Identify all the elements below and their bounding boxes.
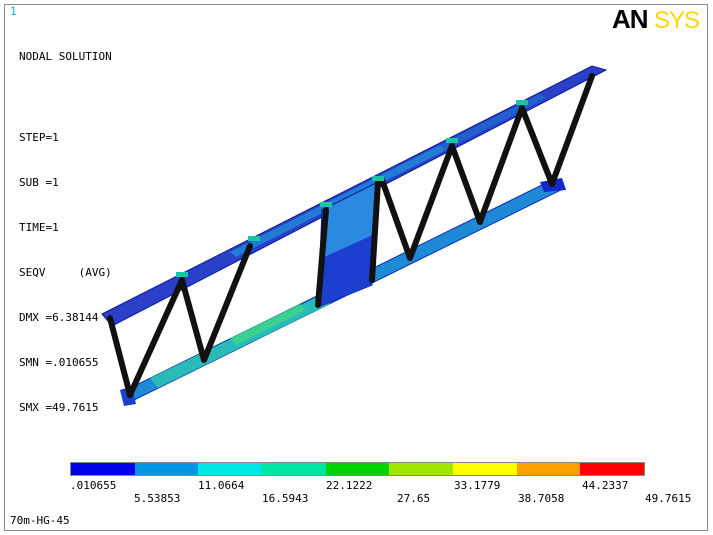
legend-swatch-2 bbox=[134, 463, 199, 475]
legend-swatch-1 bbox=[71, 463, 135, 475]
legend-swatch-3 bbox=[198, 463, 263, 475]
legend-swatch-9 bbox=[580, 463, 645, 475]
legend-label: 38.7058 bbox=[518, 492, 565, 505]
legend-swatch-8 bbox=[516, 463, 581, 475]
bottom-chord-hotspot bbox=[230, 304, 306, 345]
legend-label: 11.0664 bbox=[198, 479, 245, 492]
legend-label: 22.1222 bbox=[326, 479, 373, 492]
legend-label: .010655 bbox=[70, 479, 117, 492]
legend-swatch-5 bbox=[325, 463, 390, 475]
legend-label: 27.65 bbox=[397, 492, 431, 505]
ansys-graphics-window[interactable]: 1 NODAL SOLUTION STEP=1 SUB =1 TIME=1 SE… bbox=[0, 0, 713, 535]
legend-swatch-4 bbox=[262, 463, 326, 475]
model-caption: 70m-HG-45 bbox=[10, 514, 70, 527]
legend-label: 44.2337 bbox=[582, 479, 629, 492]
legend-label: 16.5943 bbox=[262, 492, 309, 505]
legend-swatch-7 bbox=[453, 463, 517, 475]
truss-model bbox=[101, 65, 608, 406]
legend-label: 33.1779 bbox=[454, 479, 501, 492]
legend-swatch-6 bbox=[389, 463, 454, 475]
contour-legend-bar bbox=[70, 462, 645, 476]
legend-label: 49.7615 bbox=[645, 492, 692, 505]
legend-label: 5.53853 bbox=[134, 492, 181, 505]
